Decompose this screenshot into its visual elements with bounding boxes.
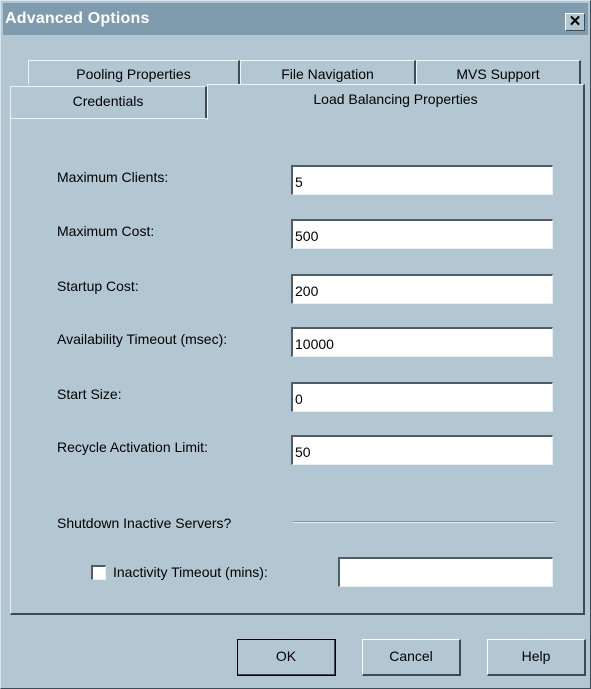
cancel-button[interactable]: Cancel: [362, 639, 461, 676]
inactivity-timeout-input[interactable]: [338, 557, 553, 587]
group-divider: [293, 521, 555, 523]
startup-cost-label: Startup Cost:: [57, 278, 139, 294]
tab-label: Credentials: [72, 93, 144, 109]
ok-button[interactable]: OK: [237, 639, 336, 676]
availability-timeout-input[interactable]: 10000: [291, 327, 553, 357]
close-icon: ✕: [568, 13, 582, 30]
advanced-options-dialog: Advanced Options ✕ Pooling Properties Fi…: [0, 0, 591, 689]
maximum-clients-label: Maximum Clients:: [57, 169, 169, 185]
inactivity-timeout-label[interactable]: Inactivity Timeout (mins):: [113, 564, 268, 580]
recycle-activation-limit-input[interactable]: 50: [291, 435, 553, 465]
maximum-cost-label: Maximum Cost:: [57, 223, 155, 239]
tab-load-balancing-properties[interactable]: Load Balancing Properties: [207, 84, 585, 120]
tab-mvs-support[interactable]: MVS Support: [416, 60, 581, 84]
inactivity-timeout-checkbox[interactable]: [91, 565, 106, 580]
tab-file-navigation[interactable]: File Navigation: [240, 60, 416, 84]
start-size-input[interactable]: 0: [291, 382, 553, 412]
help-button[interactable]: Help: [487, 639, 586, 676]
close-button[interactable]: ✕: [565, 13, 585, 31]
maximum-cost-input[interactable]: 500: [291, 219, 553, 249]
recycle-activation-limit-label: Recycle Activation Limit:: [57, 439, 208, 455]
tab-pooling-properties[interactable]: Pooling Properties: [28, 60, 240, 84]
load-balancing-panel: Maximum Clients: 5 Maximum Cost: 500 Sta…: [10, 118, 585, 615]
tab-credentials[interactable]: Credentials: [10, 86, 207, 118]
maximum-clients-input[interactable]: 5: [291, 165, 553, 195]
tab-label: MVS Support: [456, 66, 540, 82]
availability-timeout-label: Availability Timeout (msec):: [57, 331, 228, 347]
title-bar: Advanced Options ✕: [3, 3, 588, 35]
tab-label: Pooling Properties: [76, 66, 191, 82]
dialog-title: Advanced Options: [5, 10, 150, 27]
tab-label: File Navigation: [281, 66, 374, 82]
startup-cost-input[interactable]: 200: [291, 274, 553, 304]
shutdown-group-label: Shutdown Inactive Servers?: [57, 515, 232, 531]
start-size-label: Start Size:: [57, 386, 122, 402]
tab-label: Load Balancing Properties: [313, 91, 478, 107]
